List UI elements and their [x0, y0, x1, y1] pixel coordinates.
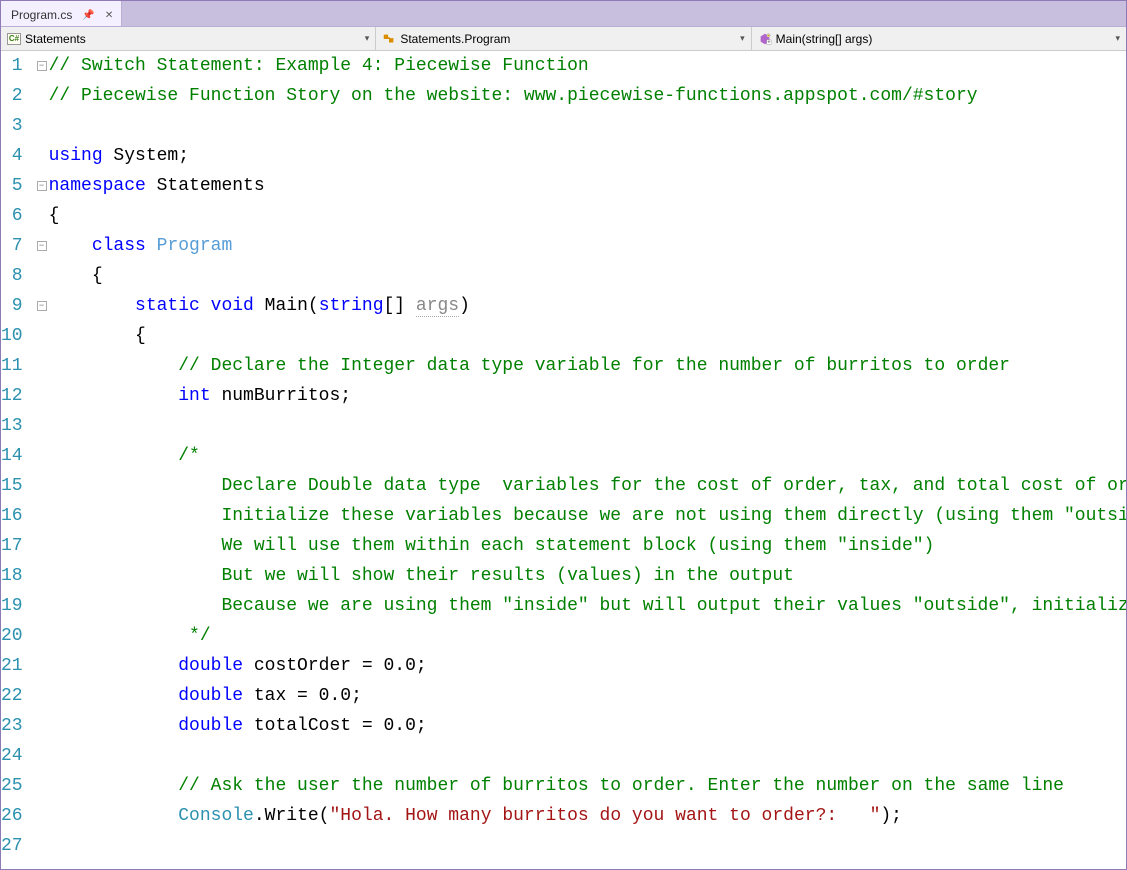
- line-number: 15: [1, 471, 23, 501]
- code-line[interactable]: class Program: [49, 231, 1126, 261]
- code-line[interactable]: /*: [49, 441, 1126, 471]
- code-line[interactable]: using System;: [49, 141, 1126, 171]
- line-number: 1: [1, 51, 23, 81]
- code-line[interactable]: // Switch Statement: Example 4: Piecewis…: [49, 51, 1126, 81]
- line-number: 5: [1, 171, 23, 201]
- line-number: 25: [1, 771, 23, 801]
- code-line[interactable]: [49, 111, 1126, 141]
- line-number: 7: [1, 231, 23, 261]
- close-icon[interactable]: ✕: [105, 10, 113, 21]
- pin-icon[interactable]: 📌: [82, 10, 94, 21]
- line-number: 12: [1, 381, 23, 411]
- line-number: 23: [1, 711, 23, 741]
- code-line[interactable]: {: [49, 201, 1126, 231]
- line-number: 27: [1, 831, 23, 861]
- tab-filename: Program.cs: [11, 8, 72, 22]
- line-number: 26: [1, 801, 23, 831]
- line-number: 10: [1, 321, 23, 351]
- scope-label: Statements: [25, 32, 86, 46]
- code-line[interactable]: [49, 831, 1126, 861]
- method-icon: [758, 32, 772, 46]
- line-number: 11: [1, 351, 23, 381]
- code-line[interactable]: Initialize these variables because we ar…: [49, 501, 1126, 531]
- code-line[interactable]: But we will show their results (values) …: [49, 561, 1126, 591]
- line-number: 6: [1, 201, 23, 231]
- code-editor[interactable]: 1234567891011121314151617181920212223242…: [1, 51, 1126, 869]
- line-number: 17: [1, 531, 23, 561]
- file-tab[interactable]: Program.cs 📌 ✕: [1, 1, 122, 26]
- class-label: Statements.Program: [400, 32, 510, 46]
- line-number: 9: [1, 291, 23, 321]
- line-number: 4: [1, 141, 23, 171]
- code-line[interactable]: */: [49, 621, 1126, 651]
- code-area[interactable]: // Switch Statement: Example 4: Piecewis…: [47, 51, 1126, 869]
- class-dropdown[interactable]: Statements.Program ▾: [376, 27, 751, 50]
- code-line[interactable]: Declare Double data type variables for t…: [49, 471, 1126, 501]
- line-number-gutter: 1234567891011121314151617181920212223242…: [1, 51, 37, 869]
- code-line[interactable]: int numBurritos;: [49, 381, 1126, 411]
- fold-column: − − − −: [37, 51, 47, 869]
- code-line[interactable]: double tax = 0.0;: [49, 681, 1126, 711]
- chevron-down-icon: ▾: [365, 33, 370, 44]
- line-number: 19: [1, 591, 23, 621]
- method-label: Main(string[] args): [776, 32, 873, 46]
- code-line[interactable]: {: [49, 261, 1126, 291]
- chevron-down-icon: ▾: [740, 33, 745, 44]
- code-line[interactable]: [49, 411, 1126, 441]
- code-line[interactable]: We will use them within each statement b…: [49, 531, 1126, 561]
- fold-toggle[interactable]: −: [37, 241, 47, 251]
- code-line[interactable]: static void Main(string[] args): [49, 291, 1126, 321]
- line-number: 21: [1, 651, 23, 681]
- code-line[interactable]: // Piecewise Function Story on the websi…: [49, 81, 1126, 111]
- navigation-bar: C# Statements ▾ Statements.Program ▾ Mai…: [1, 27, 1126, 51]
- method-dropdown[interactable]: Main(string[] args) ▾: [752, 27, 1126, 50]
- code-line[interactable]: // Declare the Integer data type variabl…: [49, 351, 1126, 381]
- code-line[interactable]: {: [49, 321, 1126, 351]
- scope-dropdown[interactable]: C# Statements ▾: [1, 27, 376, 50]
- code-line[interactable]: [49, 741, 1126, 771]
- editor-window: Program.cs 📌 ✕ C# Statements ▾ Statement…: [0, 0, 1127, 870]
- code-line[interactable]: namespace Statements: [49, 171, 1126, 201]
- line-number: 20: [1, 621, 23, 651]
- line-number: 16: [1, 501, 23, 531]
- line-number: 13: [1, 411, 23, 441]
- line-number: 24: [1, 741, 23, 771]
- code-line[interactable]: Because we are using them "inside" but w…: [49, 591, 1126, 621]
- fold-toggle[interactable]: −: [37, 301, 47, 311]
- line-number: 14: [1, 441, 23, 471]
- chevron-down-icon: ▾: [1115, 33, 1120, 44]
- class-icon: [382, 32, 396, 46]
- line-number: 3: [1, 111, 23, 141]
- line-number: 8: [1, 261, 23, 291]
- line-number: 18: [1, 561, 23, 591]
- code-line[interactable]: double costOrder = 0.0;: [49, 651, 1126, 681]
- code-line[interactable]: // Ask the user the number of burritos t…: [49, 771, 1126, 801]
- fold-toggle[interactable]: −: [37, 181, 47, 191]
- fold-toggle[interactable]: −: [37, 61, 47, 71]
- line-number: 22: [1, 681, 23, 711]
- code-line[interactable]: double totalCost = 0.0;: [49, 711, 1126, 741]
- line-number: 2: [1, 81, 23, 111]
- code-line[interactable]: Console.Write("Hola. How many burritos d…: [49, 801, 1126, 831]
- tab-bar: Program.cs 📌 ✕: [1, 1, 1126, 27]
- csharp-icon: C#: [7, 33, 21, 45]
